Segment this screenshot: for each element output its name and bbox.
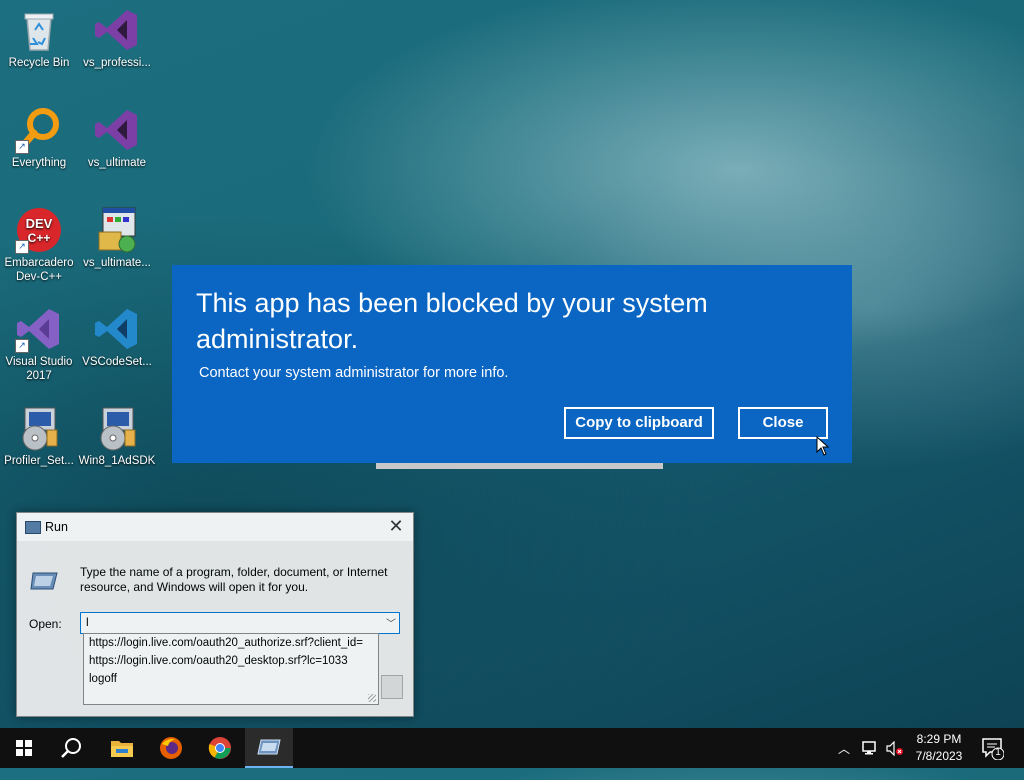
installer-icon <box>93 206 141 254</box>
history-item[interactable]: logoff <box>84 670 378 688</box>
network-icon[interactable] <box>862 741 880 756</box>
svg-text:DEV: DEV <box>26 216 53 231</box>
taskbar-chrome[interactable] <box>196 728 244 768</box>
taskbar: ︿ 8:29 PM 7/8/2023 1 <box>0 728 1024 768</box>
visual-studio-icon <box>93 6 141 54</box>
desktop-icon-label: Recycle Bin <box>8 57 70 69</box>
run-app-icon <box>29 569 59 591</box>
mouse-cursor-icon <box>816 436 830 456</box>
chevron-up-icon[interactable]: ︿ <box>838 740 850 780</box>
open-input-value[interactable]: l <box>86 615 89 629</box>
visual-studio-2017-icon: ↗ <box>15 305 63 353</box>
setup-cd-icon <box>93 404 141 452</box>
svg-text:C++: C++ <box>28 231 51 245</box>
desktop-icon-label: vs_professi... <box>83 57 151 69</box>
desktop-icon-vs-ultimate[interactable]: vs_ultimate <box>78 100 156 170</box>
run-title-bar[interactable]: Run ✕ <box>17 513 413 541</box>
run-dialog: Run ✕ Type the name of a program, folder… <box>16 512 414 717</box>
vscode-icon <box>93 305 141 353</box>
shortcut-arrow-icon: ↗ <box>15 240 29 254</box>
desktop-icon-visual-studio-2017[interactable]: ↗ Visual Studio 2017 <box>0 299 78 383</box>
history-dropdown: https://login.live.com/oauth20_authorize… <box>83 633 379 705</box>
desktop-icon-label: Win8_1AdSDK <box>78 455 156 467</box>
recycle-bin-icon <box>15 6 63 54</box>
desktop-icon-win8-sdk[interactable]: Win8_1AdSDK <box>78 398 156 468</box>
dialog-message: Contact your system administrator for mo… <box>199 365 509 381</box>
desktop-icon-everything[interactable]: ↗ Everything <box>0 100 78 170</box>
start-icon <box>16 740 32 756</box>
desktop-icon-vs-professional[interactable]: vs_professi... <box>78 0 156 70</box>
visual-studio-icon <box>93 106 141 154</box>
desktop-icon-label: Embarcadero Dev-C++ <box>4 257 74 283</box>
run-description: Type the name of a program, folder, docu… <box>80 565 388 594</box>
open-combobox[interactable]: l ﹀ <box>80 612 400 634</box>
system-clock[interactable]: 8:29 PM 7/8/2023 <box>908 731 970 765</box>
copy-to-clipboard-button[interactable]: Copy to clipboard <box>564 407 714 439</box>
everything-search-icon: ↗ <box>15 106 63 154</box>
background-window-edge <box>376 463 663 469</box>
volume-muted-icon[interactable] <box>886 741 904 756</box>
desktop-icon-label: Everything <box>11 157 67 169</box>
desktop-icon-vs-ultimate-installer[interactable]: vs_ultimate... <box>78 200 156 270</box>
desktop-icon-dev-cpp[interactable]: DEV C++ ↗ Embarcadero Dev-C++ <box>0 200 78 284</box>
desktop-icon-label: Visual Studio 2017 <box>5 356 73 382</box>
desktop-icon-label: vs_ultimate... <box>83 257 151 269</box>
desktop-icon-profiler-setup[interactable]: Profiler_Set... <box>0 398 78 468</box>
clock-date: 7/8/2023 <box>915 749 963 763</box>
run-title: Run <box>45 520 68 534</box>
history-item[interactable]: https://login.live.com/oauth20_desktop.s… <box>84 652 378 670</box>
desktop-icon-label: Profiler_Set... <box>4 455 74 467</box>
chevron-down-icon[interactable]: ﹀ <box>386 615 396 630</box>
shortcut-arrow-icon: ↗ <box>15 140 29 154</box>
chrome-icon <box>208 737 231 759</box>
firefox-icon <box>160 737 182 759</box>
setup-cd-icon <box>15 404 63 452</box>
app-blocked-dialog: This app has been blocked by your system… <box>172 265 852 463</box>
shortcut-arrow-icon: ↗ <box>15 339 29 353</box>
hidden-button[interactable] <box>381 675 403 699</box>
dev-cpp-icon: DEV C++ ↗ <box>15 206 63 254</box>
notification-count: 1 <box>995 747 1001 758</box>
desktop-icon-label: VSCodeSet... <box>82 356 152 368</box>
close-icon[interactable]: ✕ <box>385 516 407 536</box>
desktop-icon-label: vs_ultimate <box>87 157 147 169</box>
close-button[interactable]: Close <box>738 407 828 439</box>
taskbar-run[interactable] <box>245 728 293 768</box>
search-icon <box>61 738 81 758</box>
desktop-icon-recycle-bin[interactable]: Recycle Bin <box>0 0 78 70</box>
dialog-title: This app has been blocked by your system… <box>196 288 708 354</box>
clock-time: 8:29 PM <box>916 732 962 746</box>
search-button[interactable] <box>48 728 96 768</box>
start-button[interactable] <box>0 728 48 768</box>
history-item[interactable]: https://login.live.com/oauth20_authorize… <box>84 634 378 652</box>
open-label: Open: <box>29 617 62 631</box>
run-icon <box>257 739 281 755</box>
file-explorer-icon <box>111 741 133 757</box>
resize-grip-icon[interactable] <box>368 694 376 702</box>
desktop-icon-vscode-setup[interactable]: VSCodeSet... <box>78 299 156 369</box>
action-center-button[interactable]: 1 <box>980 736 1005 761</box>
taskbar-file-explorer[interactable] <box>98 728 146 768</box>
taskbar-firefox[interactable] <box>147 728 195 768</box>
run-window-icon <box>25 521 41 534</box>
